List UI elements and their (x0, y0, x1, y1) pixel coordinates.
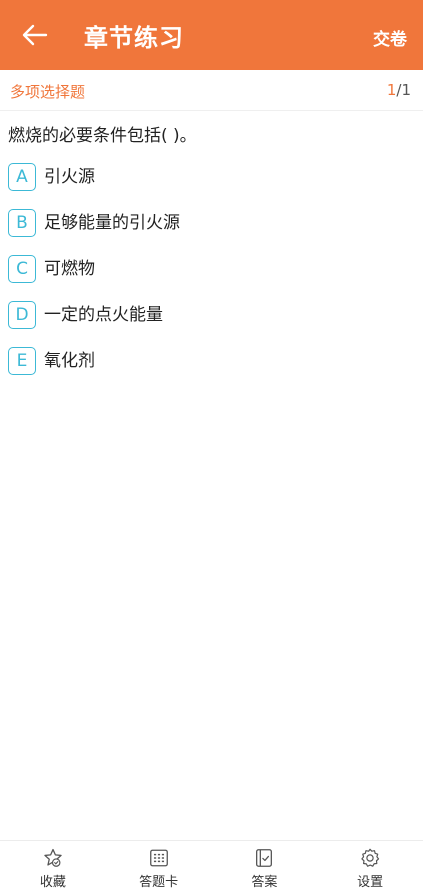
tab-label: 收藏 (39, 875, 66, 890)
tab-label: 设置 (357, 875, 384, 890)
option-a[interactable]: A 引火源 (8, 163, 408, 209)
option-text: 一定的点火能量 (44, 305, 163, 325)
answer-icon (256, 849, 273, 867)
tab-favorite[interactable]: 收藏 (0, 841, 106, 893)
option-text: 引火源 (44, 167, 95, 187)
tab-answer-card[interactable]: 答题卡 (106, 841, 212, 893)
tab-answer[interactable]: 答案 (212, 841, 318, 893)
option-text: 可燃物 (44, 259, 95, 279)
bottom-tab-bar: 收藏 答题卡 答案 设置 (0, 840, 423, 893)
star-icon (44, 848, 62, 867)
question-text: 燃烧的必要条件包括( )。 (8, 126, 197, 146)
tab-label: 答案 (251, 875, 278, 890)
options-list: A 引火源 B 足够能量的引火源 C 可燃物 D 一定的点火能量 E 氧化剂 (8, 163, 408, 393)
page-title: 章节练习 (84, 24, 184, 52)
submit-button[interactable]: 交卷 (373, 25, 407, 50)
option-c[interactable]: C 可燃物 (8, 255, 408, 301)
option-letter-badge: E (8, 347, 36, 375)
option-e[interactable]: E 氧化剂 (8, 347, 408, 393)
question-info-bar: 多项选择题 1/1 (0, 70, 423, 111)
option-text: 氧化剂 (44, 351, 95, 371)
question-progress: 1/1 (387, 81, 411, 99)
back-arrow-icon[interactable] (22, 22, 48, 48)
option-b[interactable]: B 足够能量的引火源 (8, 209, 408, 255)
tab-settings[interactable]: 设置 (317, 841, 423, 893)
progress-current: 1 (386, 81, 397, 99)
question-type-label: 多项选择题 (10, 83, 86, 101)
tab-label: 答题卡 (139, 875, 179, 890)
option-d[interactable]: D 一定的点火能量 (8, 301, 408, 347)
progress-total: /1 (396, 81, 411, 99)
header-bar: 章节练习 交卷 (0, 0, 423, 70)
option-letter-badge: D (8, 301, 36, 329)
option-letter-badge: C (8, 255, 36, 283)
gear-icon (361, 848, 380, 867)
option-letter-badge: B (8, 209, 36, 237)
option-text: 足够能量的引火源 (44, 213, 180, 233)
answer-card-icon (149, 849, 168, 867)
option-letter-badge: A (8, 163, 36, 191)
